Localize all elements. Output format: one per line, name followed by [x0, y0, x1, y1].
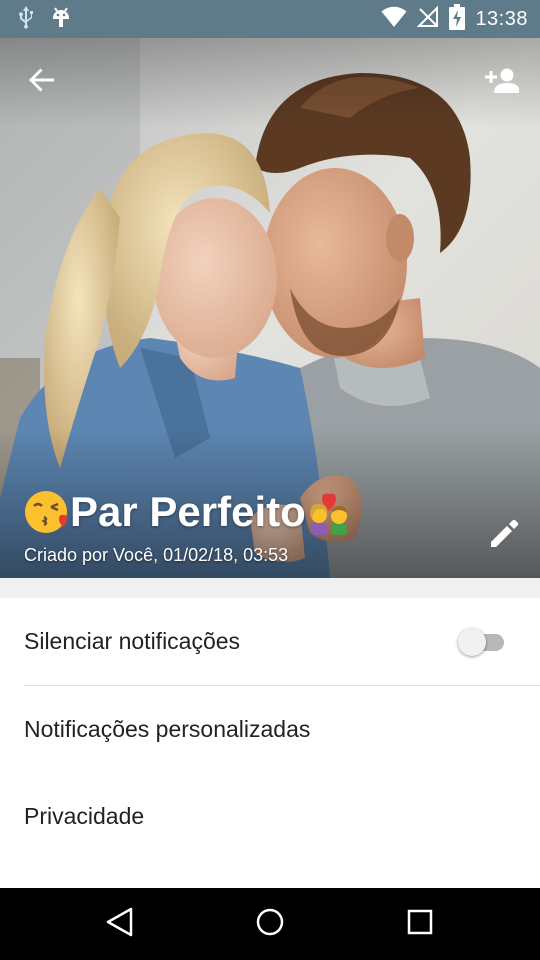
group-title: Par Perfeito	[24, 488, 352, 536]
couple-heart-emoji-icon	[306, 489, 352, 535]
privacy-row[interactable]: Privacidade	[0, 773, 540, 860]
group-name: Par Perfeito	[70, 488, 306, 535]
status-bar: 13:38	[0, 0, 540, 38]
nav-home-icon	[255, 907, 285, 942]
nav-home-button[interactable]	[248, 902, 292, 946]
add-participant-icon	[485, 67, 520, 98]
usb-icon	[16, 5, 36, 34]
back-arrow-icon	[28, 66, 56, 99]
kiss-emoji-icon	[24, 489, 70, 535]
nav-recents-button[interactable]	[398, 902, 442, 946]
wifi-icon	[381, 6, 407, 33]
nav-recents-icon	[406, 908, 434, 941]
mute-notifications-toggle[interactable]	[458, 628, 506, 656]
group-created-info: Criado por Você, 01/02/18, 03:53	[24, 545, 289, 565]
status-left-icons	[16, 5, 72, 34]
nav-back-icon	[105, 906, 135, 943]
toggle-thumb	[458, 628, 486, 656]
battery-charging-icon	[449, 3, 466, 35]
mute-notifications-label: Silenciar notificações	[24, 628, 241, 654]
group-header: Par Perfeito Criado por Você, 01/02/18, …	[0, 38, 540, 578]
edit-group-button[interactable]	[486, 518, 522, 554]
privacy-label: Privacidade	[24, 803, 145, 829]
add-participant-button[interactable]	[480, 60, 524, 104]
custom-notifications-row[interactable]: Notificações personalizadas	[0, 686, 540, 773]
mute-notifications-row[interactable]: Silenciar notificações	[0, 598, 540, 685]
no-signal-icon	[417, 5, 439, 33]
back-button[interactable]	[22, 62, 62, 102]
top-shade	[0, 38, 540, 128]
android-debug-icon	[50, 5, 72, 34]
nav-back-button[interactable]	[98, 902, 142, 946]
status-time: 13:38	[475, 7, 528, 30]
custom-notifications-label: Notificações personalizadas	[24, 716, 311, 742]
edit-pencil-icon	[489, 519, 519, 554]
group-settings-list: Silenciar notificações Notificações pers…	[0, 598, 540, 888]
status-right-icons: 13:38	[381, 3, 528, 35]
navigation-bar	[0, 888, 540, 960]
